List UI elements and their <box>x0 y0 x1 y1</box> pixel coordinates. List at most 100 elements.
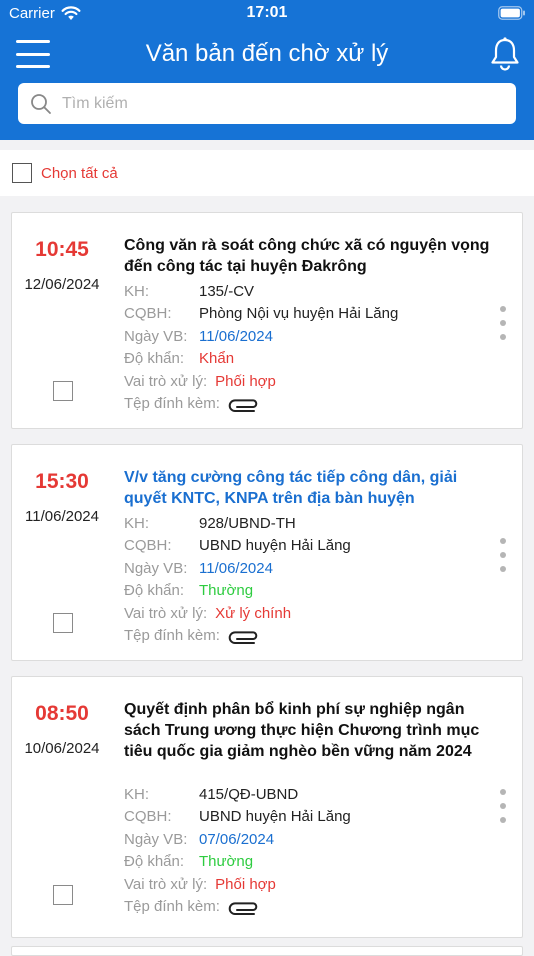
document-title[interactable]: Công văn rà soát công chức xã có nguyện … <box>124 235 496 277</box>
checkbox[interactable] <box>12 163 32 183</box>
document-card[interactable]: 10:45 12/06/2024 Công văn rà soát công c… <box>11 212 523 429</box>
document-card[interactable]: 08:50 10/06/2024 Quyết định phân bổ kinh… <box>11 676 523 938</box>
menu-icon[interactable] <box>16 40 50 68</box>
field-kh: KH: 928/UBND-TH <box>124 512 494 535</box>
paperclip-icon[interactable] <box>228 396 260 412</box>
select-all-bar: Chọn tất cả <box>0 150 534 196</box>
field-value: 415/QĐ-UBND <box>199 785 299 803</box>
document-date: 12/06/2024 <box>24 276 100 293</box>
document-title[interactable]: Quyết định phân bổ kinh phí sự nghiệp ng… <box>124 699 496 762</box>
document-card[interactable]: 15:30 11/06/2024 V/v tăng cường công tác… <box>11 444 523 661</box>
dot <box>500 803 506 809</box>
field-tep: Tệp đính kèm: <box>124 393 494 416</box>
document-fields: KH: 928/UBND-TH CQBH: UBND huyện Hải Lăn… <box>124 512 494 647</box>
document-checkbox[interactable] <box>53 613 73 633</box>
document-checkbox[interactable] <box>53 885 73 905</box>
field-cqbh: CQBH: UBND huyện Hải Lăng <box>124 806 494 829</box>
field-label: Ngày VB: <box>124 830 188 848</box>
more-vertical-icon[interactable] <box>498 306 508 340</box>
field-value: Phòng Nội vụ huyện Hải Lăng <box>199 305 399 323</box>
document-fields: KH: 135/-CV CQBH: Phòng Nội vụ huyện Hải… <box>124 280 494 415</box>
search-icon <box>31 93 51 114</box>
field-vai-tro: Vai trò xử lý: Phối hợp <box>124 370 494 393</box>
field-cqbh: CQBH: Phòng Nội vụ huyện Hải Lăng <box>124 303 494 326</box>
field-vai-tro: Vai trò xử lý: Xử lý chính <box>124 602 494 625</box>
field-label: Tệp đính kèm: <box>124 898 220 916</box>
role-value: Phối hợp <box>215 372 276 390</box>
document-date: 10/06/2024 <box>24 740 100 757</box>
document-fields: KH: 415/QĐ-UBND CQBH: UBND huyện Hải Lăn… <box>124 783 494 918</box>
field-label: Vai trò xử lý: <box>124 604 208 622</box>
field-tep: Tệp đính kèm: <box>124 625 494 648</box>
nav-bar: Văn bản đến chờ xử lý <box>0 28 534 80</box>
document-time: 15:30 <box>35 470 89 493</box>
field-label: Tệp đính kèm: <box>124 395 220 413</box>
field-ngay-vb: Ngày VB: 11/06/2024 <box>124 325 494 348</box>
dot <box>500 306 506 312</box>
field-label: Tệp đính kèm: <box>124 627 220 645</box>
field-label: KH: <box>124 785 150 803</box>
urgency-value: Khẩn <box>199 350 235 368</box>
field-tep: Tệp đính kèm: <box>124 896 494 919</box>
search-box <box>18 83 516 124</box>
field-value: 11/06/2024 <box>199 327 273 345</box>
select-all-label: Chọn tất cả <box>41 164 118 182</box>
document-date: 11/06/2024 <box>25 508 99 525</box>
field-do-khan: Độ khẩn: Thường <box>124 851 494 874</box>
wifi-icon <box>61 6 81 20</box>
field-do-khan: Độ khẩn: Thường <box>124 580 494 603</box>
field-vai-tro: Vai trò xử lý: Phối hợp <box>124 873 494 896</box>
field-value: 928/UBND-TH <box>199 514 296 532</box>
role-value: Phối hợp <box>215 875 276 893</box>
status-carrier: Carrier <box>9 5 81 22</box>
field-kh: KH: 415/QĐ-UBND <box>124 783 494 806</box>
field-label: Độ khẩn: <box>124 582 185 600</box>
field-label: KH: <box>124 282 150 300</box>
urgency-value: Thường <box>199 582 254 600</box>
search-input[interactable] <box>62 83 516 124</box>
page-title: Văn bản đến chờ xử lý <box>145 40 389 67</box>
document-checkbox[interactable] <box>53 381 73 401</box>
more-vertical-icon[interactable] <box>498 538 508 572</box>
field-kh: KH: 135/-CV <box>124 280 494 303</box>
field-ngay-vb: Ngày VB: 11/06/2024 <box>124 557 494 580</box>
field-value: 07/06/2024 <box>199 830 275 848</box>
field-value: 11/06/2024 <box>199 559 273 577</box>
dot <box>500 817 506 823</box>
document-time: 08:50 <box>35 702 89 725</box>
paperclip-icon[interactable] <box>228 628 260 644</box>
role-value: Xử lý chính <box>215 604 292 622</box>
field-do-khan: Độ khẩn: Khẩn <box>124 348 494 371</box>
status-bar: Carrier 17:01 <box>0 0 534 28</box>
field-label: Vai trò xử lý: <box>124 372 208 390</box>
urgency-value: Thường <box>199 853 254 871</box>
battery-icon <box>498 6 526 24</box>
field-label: CQBH: <box>124 808 172 826</box>
field-label: CQBH: <box>124 537 172 555</box>
field-cqbh: CQBH: UBND huyện Hải Lăng <box>124 535 494 558</box>
menu-line <box>16 40 50 43</box>
select-all-checkbox[interactable]: Chọn tất cả <box>12 163 118 183</box>
dot <box>500 789 506 795</box>
paperclip-icon[interactable] <box>228 899 260 915</box>
field-label: Ngày VB: <box>124 327 188 345</box>
carrier-name: Carrier <box>9 5 55 22</box>
document-title[interactable]: V/v tăng cường công tác tiếp công dân, g… <box>124 467 496 509</box>
dot <box>500 334 506 340</box>
field-label: CQBH: <box>124 305 172 323</box>
field-value: 135/-CV <box>199 282 255 300</box>
bell-icon[interactable] <box>488 36 522 72</box>
menu-line <box>16 65 50 68</box>
field-label: Độ khẩn: <box>124 350 185 368</box>
more-vertical-icon[interactable] <box>498 789 508 823</box>
dot <box>500 566 506 572</box>
document-time: 10:45 <box>35 238 89 261</box>
field-value: UBND huyện Hải Lăng <box>199 537 351 555</box>
field-label: Độ khẩn: <box>124 853 185 871</box>
app-header: Carrier 17:01 Văn bản đến chờ xử lý <box>0 0 534 140</box>
field-label: Vai trò xử lý: <box>124 875 208 893</box>
document-card[interactable] <box>11 946 523 956</box>
field-value: UBND huyện Hải Lăng <box>199 808 351 826</box>
dot <box>500 538 506 544</box>
field-ngay-vb: Ngày VB: 07/06/2024 <box>124 828 494 851</box>
